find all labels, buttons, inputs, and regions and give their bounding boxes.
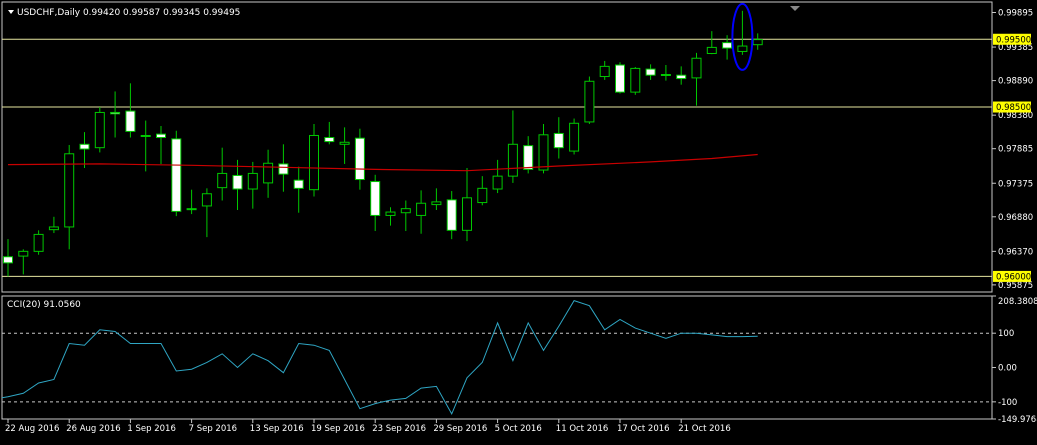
x-tick-label: 13 Sep 2016 <box>250 424 304 434</box>
x-tick-label: 1 Sep 2016 <box>127 424 175 434</box>
chart-window[interactable]: USDCHF,Daily 0.99420 0.99587 0.99345 0.9… <box>0 0 1037 441</box>
x-tick-label: 26 Aug 2016 <box>66 424 120 434</box>
candle <box>33 230 44 255</box>
cci-tick-label: -100 <box>998 398 1017 408</box>
candle-body-up <box>706 46 717 54</box>
candle-body-down <box>110 111 121 115</box>
candle-body-down <box>446 199 457 231</box>
candle-body-up <box>33 233 44 252</box>
candle <box>94 107 105 153</box>
candle-body-up <box>462 197 472 231</box>
x-tick-label: 22 Aug 2016 <box>5 424 59 434</box>
chart-background <box>0 0 1037 441</box>
candle-body-up <box>599 65 610 78</box>
candle-body-up <box>660 74 671 76</box>
cci-header: CCI(20) 91.0560 <box>7 300 81 310</box>
candle-body-up <box>217 172 228 189</box>
x-tick-label: 11 Oct 2016 <box>556 424 609 434</box>
candle-body-up <box>416 202 427 216</box>
x-tick-label: 23 Sep 2016 <box>372 424 426 434</box>
candle-body-up <box>569 122 580 152</box>
chart-canvas[interactable]: USDCHF,Daily 0.99420 0.99587 0.99345 0.9… <box>0 0 1037 441</box>
candle-body-up <box>385 211 396 216</box>
candle-body-up <box>691 57 702 79</box>
candle-body-down <box>676 74 687 80</box>
candle-body-up <box>507 143 518 177</box>
candle-body-down <box>553 132 564 149</box>
price-level-tag-label: 0.96000 <box>996 272 1031 282</box>
candle-body-down <box>232 174 243 190</box>
price-tick-label: 0.96880 <box>998 213 1033 223</box>
cci-tick-label: 208.3808 <box>998 297 1037 307</box>
x-tick-label: 5 Oct 2016 <box>495 424 542 434</box>
candle <box>630 67 641 95</box>
candle-body-up <box>339 141 350 145</box>
candle-body-down <box>79 143 90 150</box>
price-tick-label: 0.97375 <box>998 179 1033 189</box>
candle-body-up <box>186 208 197 211</box>
candle-body-up <box>400 208 411 214</box>
price-tick-label: 0.96370 <box>998 247 1033 257</box>
x-tick-label: 19 Sep 2016 <box>311 424 365 434</box>
candle-body-up <box>201 193 212 207</box>
x-tick-label: 7 Sep 2016 <box>189 424 237 434</box>
candle <box>584 76 595 124</box>
candle-body-down <box>125 110 136 132</box>
price-tick-label: 0.97885 <box>998 145 1033 155</box>
price-tick-label: 0.98890 <box>998 77 1033 87</box>
candle-body-down <box>3 256 13 264</box>
candle <box>615 62 625 94</box>
candle-body-up <box>538 134 549 171</box>
candle <box>171 130 182 217</box>
candle-body-up <box>263 162 274 184</box>
candle-body-down <box>615 64 625 93</box>
price-header: USDCHF,Daily 0.99420 0.99587 0.99345 0.9… <box>17 8 240 18</box>
candle-body-up <box>630 67 641 93</box>
candle-body-up <box>48 226 59 231</box>
candle-body-up <box>584 80 595 123</box>
candle-body-down <box>523 145 534 170</box>
candle-body-down <box>140 134 151 137</box>
x-tick-label: 21 Oct 2016 <box>678 424 731 434</box>
price-tick-label: 0.99895 <box>998 9 1033 19</box>
cci-tick-label: -149.9768 <box>998 415 1037 425</box>
cci-tick-label: 0.00 <box>998 364 1017 374</box>
candle-body-down <box>722 42 733 49</box>
candle-body-up <box>247 172 258 190</box>
candle-body-down <box>293 179 304 189</box>
candle-body-down <box>354 137 365 181</box>
candle-body-up <box>477 187 488 204</box>
candle <box>569 118 580 155</box>
candle-body-up <box>18 250 29 257</box>
candle-body-up <box>737 45 748 52</box>
candle-body-down <box>171 138 182 212</box>
candle-body-down <box>324 137 335 143</box>
candle-body-up <box>431 201 442 206</box>
candle-body-up <box>309 134 319 191</box>
x-tick-label: 17 Oct 2016 <box>617 424 670 434</box>
candle-body-up <box>492 175 503 190</box>
candle-body-up <box>752 39 763 46</box>
candle-body-down <box>645 68 656 76</box>
price-level-tag-label: 0.98500 <box>996 103 1031 113</box>
cci-tick-label: 100 <box>998 329 1014 339</box>
candle-body-up <box>94 111 105 149</box>
candle-body-down <box>278 163 289 175</box>
x-tick-label: 29 Sep 2016 <box>433 424 487 434</box>
candle-body-down <box>370 181 381 216</box>
price-level-tag-label: 0.99500 <box>996 35 1031 45</box>
candle-body-down <box>156 133 166 139</box>
